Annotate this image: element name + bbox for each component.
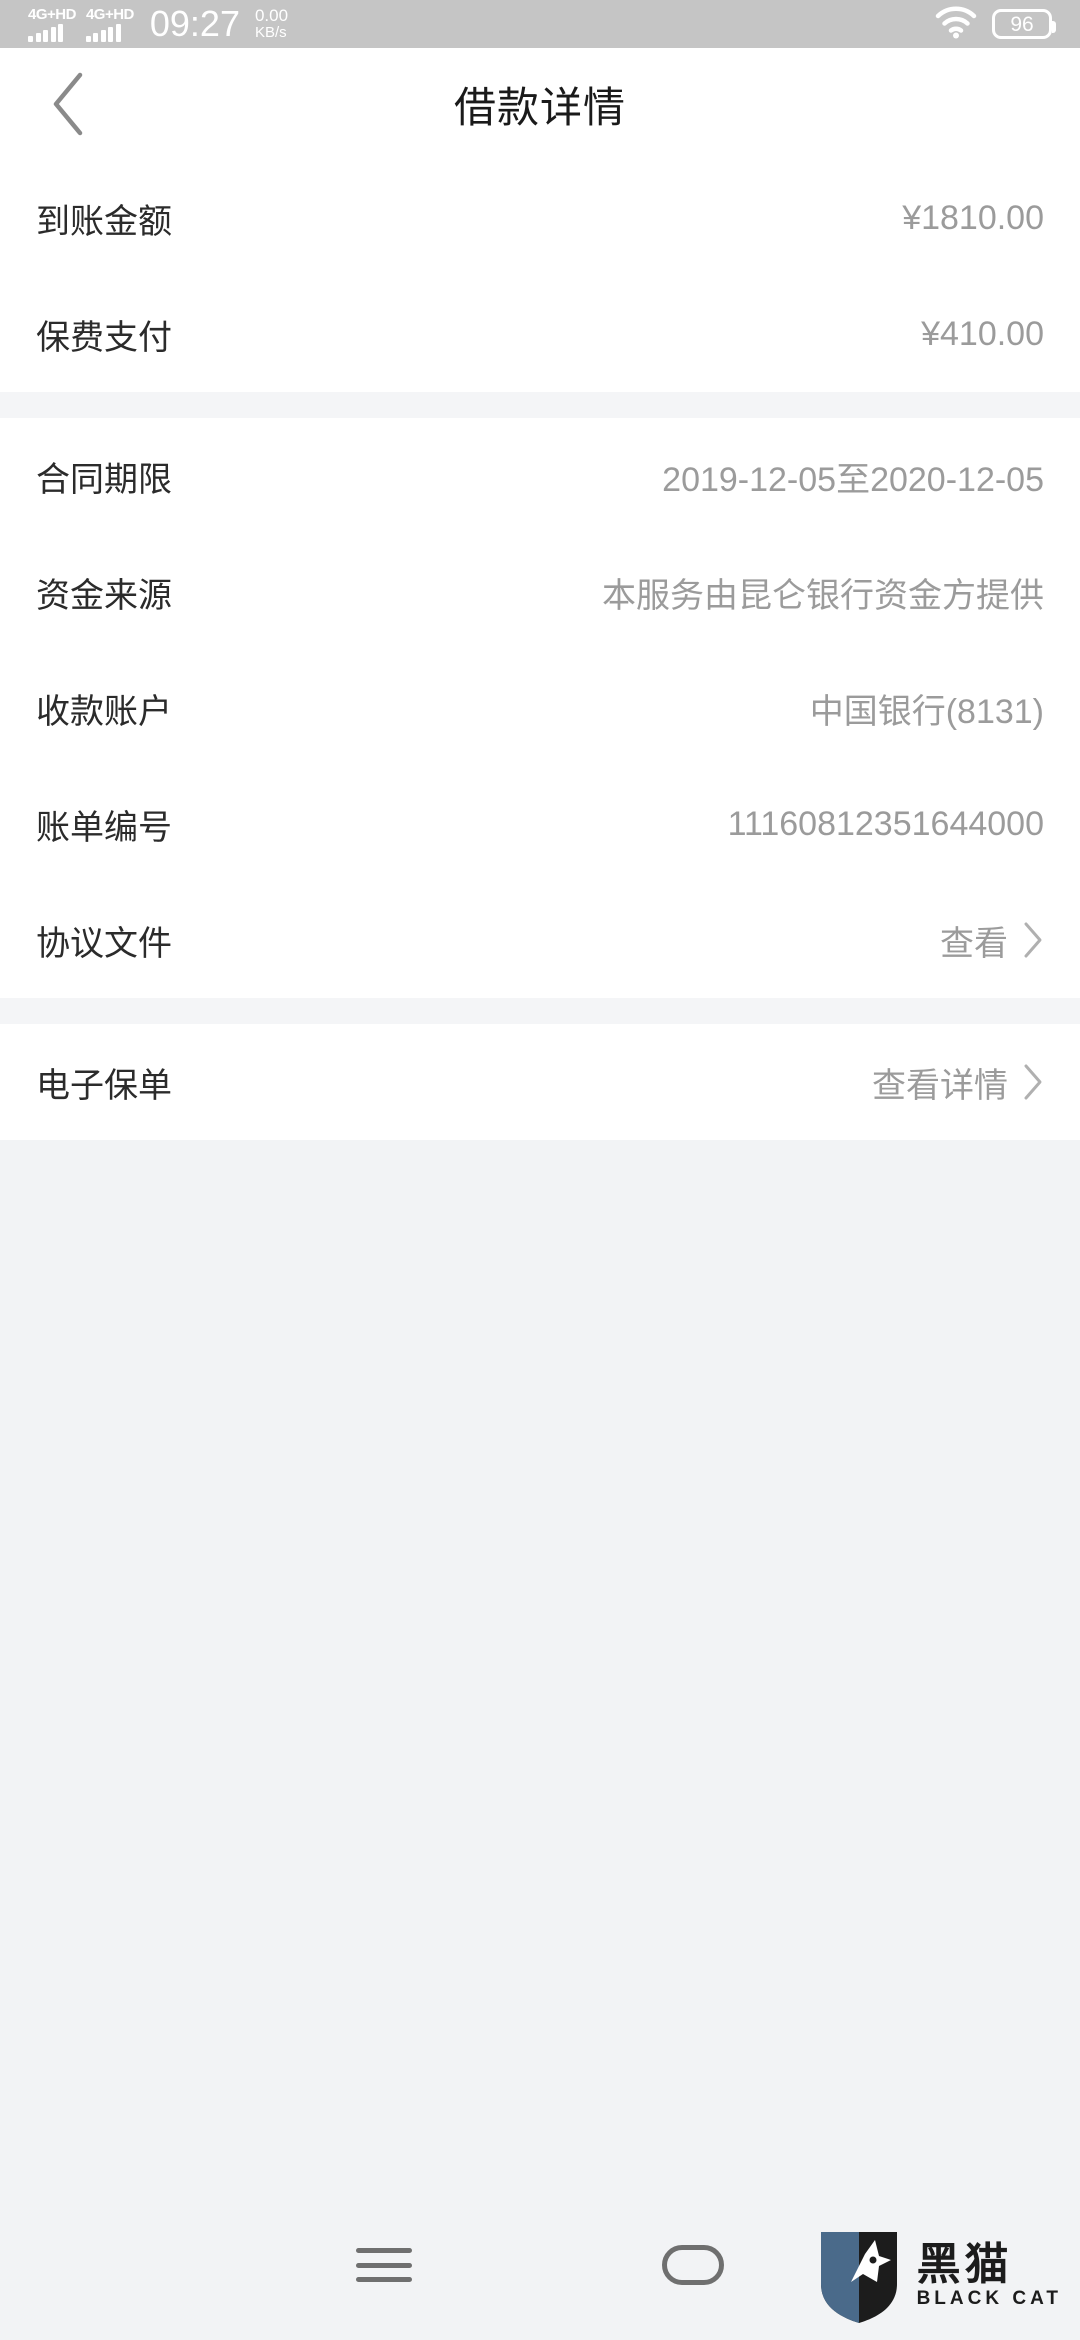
detail-row: 收款账户 中国银行(8131) [0,650,1080,766]
black-cat-shield-icon [813,2226,905,2326]
wifi-icon [934,5,978,44]
black-cat-watermark: 黑猫 BLACK CAT [813,2226,1062,2326]
app-header: 借款详情 [0,48,1080,160]
menu-icon[interactable] [356,2248,412,2282]
sim2-signal-indicator: 4G+HD [85,6,134,42]
detail-row-value-text: 中国银行(8131) [809,692,1044,731]
detail-row: 合同期限 2019-12-05至2020-12-05 [0,418,1080,534]
section-divider [0,392,1080,418]
network-speed-unit: KB/s [254,24,287,41]
detail-section: 电子保单 查看详情 [0,1024,1080,1140]
sim1-network-label: 4G+HD [28,6,76,23]
detail-row-value: 中国银行(8131) [810,684,1044,733]
detail-row: 到账金额 ¥1810.00 [0,160,1080,276]
detail-list: 到账金额 ¥1810.00 保费支付 ¥410.00 合同期限 2019-12-05至20… [0,160,1080,1140]
detail-row-value: 查看 [940,916,1044,965]
phone-screen: 4G+HD 4G+HD 09:27 0.00 KB/s 96 借款详情 到账金额… [0,0,1080,2340]
detail-row-value-text: ¥1810.00 [902,198,1044,237]
sim2-signal-bars-icon [85,24,121,42]
detail-row[interactable]: 电子保单 查看详情 [0,1024,1080,1140]
detail-row-value: ¥1810.00 [902,199,1044,238]
watermark-name-en: BLACK CAT [916,2288,1062,2309]
detail-row-label: 协议文件 [36,924,172,963]
detail-section: 合同期限 2019-12-05至2020-12-05 资金来源 本服务由昆仑银行资金方… [0,418,1080,998]
detail-row-value: ¥410.00 [921,315,1044,354]
battery-level-label: 96 [1010,12,1034,36]
detail-row-label: 资金来源 [36,576,172,615]
page-title: 借款详情 [453,83,626,131]
detail-row-label: 合同期限 [36,460,172,499]
status-bar-clock: 09:27 [149,3,240,44]
detail-row: 账单编号 11160812351644000 [0,766,1080,882]
detail-row-value: 11160812351644000 [728,805,1044,844]
detail-row-value: 本服务由昆仑银行资金方提供 [602,568,1044,617]
back-button[interactable] [24,48,114,160]
status-bar-right: 96 [934,5,1056,44]
status-bar: 4G+HD 4G+HD 09:27 0.00 KB/s 96 [0,0,1080,48]
detail-row-value-text: 查看 [940,924,1008,963]
battery-indicator: 96 [992,9,1056,39]
chevron-left-icon [50,71,88,137]
detail-row[interactable]: 协议文件 查看 [0,882,1080,998]
detail-row-value: 2019-12-05至2020-12-05 [662,452,1044,501]
detail-row-label: 收款账户 [36,692,172,731]
watermark-name-cn: 黑猫 [916,2240,1013,2289]
sim1-signal-bars-icon [28,24,63,42]
network-speed-value: 0.00 [254,6,289,25]
detail-row-value-text: 11160812351644000 [727,804,1044,843]
chevron-right-icon [1022,921,1044,959]
detail-row-label: 账单编号 [36,808,172,847]
detail-row-label: 到账金额 [36,202,172,241]
section-divider [0,998,1080,1024]
detail-row-value-text: 查看详情 [872,1066,1008,1105]
detail-row-value-text: 本服务由昆仑银行资金方提供 [602,576,1044,615]
home-pill-icon[interactable] [662,2245,724,2285]
detail-row-value-text: ¥410.00 [921,314,1044,353]
chevron-right-icon [1022,1063,1044,1101]
status-bar-left: 4G+HD 4G+HD 09:27 0.00 KB/s [28,6,288,42]
detail-section: 到账金额 ¥1810.00 保费支付 ¥410.00 [0,160,1080,392]
detail-row: 资金来源 本服务由昆仑银行资金方提供 [0,534,1080,650]
detail-row-value-text: 2019-12-05至2020-12-05 [662,460,1044,499]
detail-row: 保费支付 ¥410.00 [0,276,1080,392]
detail-row-value: 查看详情 [872,1058,1044,1107]
network-speed-indicator: 0.00 KB/s [255,7,288,41]
detail-row-label: 保费支付 [36,318,172,357]
sim2-network-label: 4G+HD [85,6,134,23]
detail-row-label: 电子保单 [36,1066,172,1105]
sim1-signal-indicator: 4G+HD [28,6,76,42]
black-cat-wordmark: 黑猫 BLACK CAT [917,2242,1062,2310]
